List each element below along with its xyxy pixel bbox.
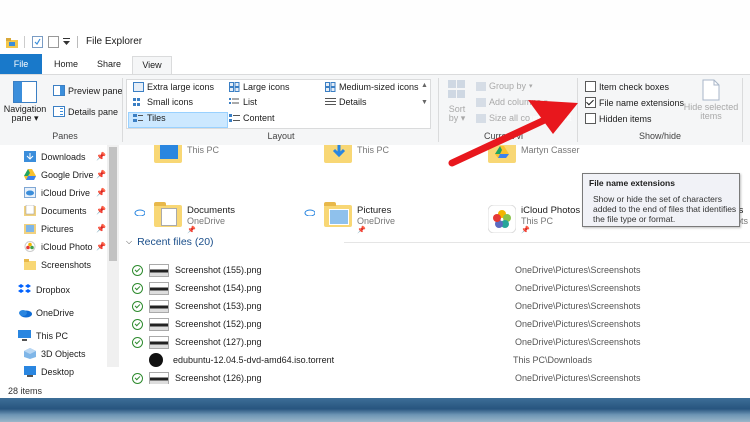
annotation-arrow-layer: [448, 100, 578, 167]
red-arrow-annotation: [448, 100, 578, 167]
